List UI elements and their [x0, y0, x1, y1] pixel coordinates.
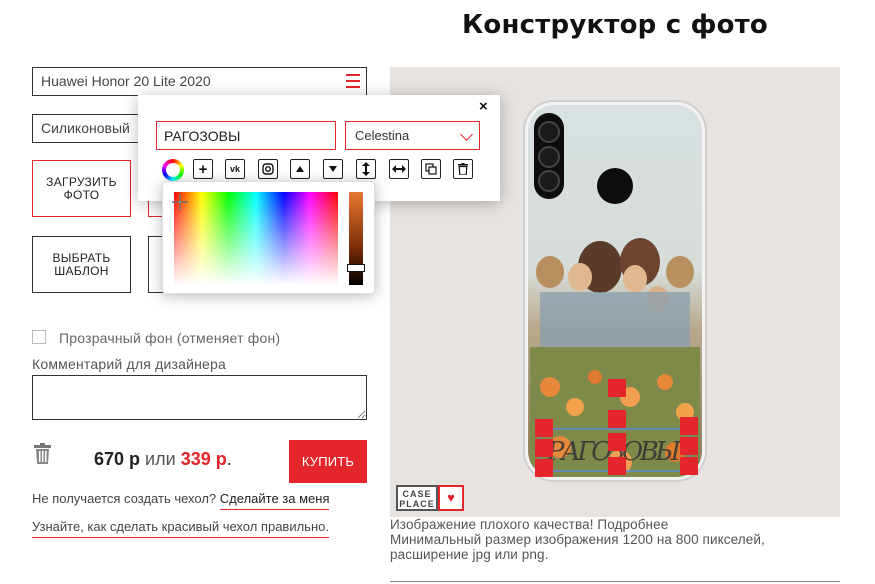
buy-button[interactable]: КУПИТЬ [289, 440, 367, 483]
stretch-vertical-icon[interactable] [356, 159, 376, 179]
transparent-bg-checkbox[interactable] [32, 330, 46, 344]
model-select-value: Huawei Honor 20 Lite 2020 [41, 73, 211, 89]
shade-slider-handle[interactable] [347, 264, 365, 272]
menu-icon[interactable] [346, 74, 360, 89]
delete-icon[interactable] [453, 159, 473, 179]
stretch-horizontal-icon[interactable] [389, 159, 409, 179]
color-wheel-icon[interactable] [162, 159, 184, 181]
logo-text: CASE PLACE [396, 485, 438, 511]
logo-line2: PLACE [399, 499, 435, 509]
model-select[interactable]: Huawei Honor 20 Lite 2020 [32, 67, 367, 96]
font-select-value: Celestina [355, 128, 410, 143]
color-spectrum[interactable] [174, 192, 338, 285]
choose-template-button[interactable]: Выбрать шаблон [32, 236, 131, 293]
add-icon[interactable]: + [193, 159, 213, 179]
price-main: 670 р [94, 449, 141, 469]
quality-warning: Изображение плохого качества! Подробнее … [390, 517, 840, 562]
warning-line2: Минимальный размер изображения 1200 на 8… [390, 532, 765, 547]
font-select[interactable]: Celestina [345, 121, 480, 150]
layer-down-icon[interactable] [323, 159, 343, 179]
vk-icon[interactable]: vk [225, 159, 245, 179]
comment-field[interactable] [32, 375, 367, 420]
trash-icon[interactable] [34, 443, 51, 464]
help-text: Не получается создать чехол? Сделайте за… [32, 491, 330, 510]
howto-link[interactable]: Узнайте, как сделать красивый чехол прав… [32, 519, 329, 538]
warning-line1: Изображение плохого качества! Подробнее [390, 517, 669, 532]
logo-line1: CASE [402, 489, 432, 499]
upload-photo-button[interactable]: Загрузить фото [32, 160, 131, 217]
crosshair-icon[interactable] [172, 194, 188, 210]
text-input[interactable] [156, 121, 336, 150]
divider [390, 581, 840, 582]
transparent-bg-label: Прозрачный фон (отменяет фон) [59, 330, 281, 346]
warning-line3: расширение jpg или png. [390, 547, 549, 562]
chevron-down-icon [460, 128, 473, 141]
copy-icon[interactable] [421, 159, 441, 179]
help-question: Не получается создать чехол? [32, 491, 217, 506]
color-picker [162, 181, 375, 294]
upload-photo-label: Загрузить фото [46, 174, 117, 202]
price-or: или [145, 449, 176, 469]
layer-up-icon[interactable] [290, 159, 310, 179]
heart-icon: ♥ [438, 485, 464, 511]
material-select-value: Силиконовый [41, 120, 130, 136]
instagram-icon[interactable] [258, 159, 278, 179]
price-sale: 339 р [180, 449, 227, 469]
case-place-logo: CASE PLACE ♥ [396, 485, 468, 511]
comment-label: Комментарий для дизайнера [32, 356, 226, 372]
price: 670 р или 339 р. [94, 449, 232, 470]
buy-label: КУПИТЬ [301, 454, 355, 469]
price-dot: . [226, 449, 232, 469]
choose-template-label: Выбрать шаблон [52, 250, 111, 278]
do-for-me-link[interactable]: Сделайте за меня [219, 491, 330, 510]
close-icon[interactable]: × [479, 98, 488, 115]
page-title: Конструктор с фото [461, 10, 768, 40]
